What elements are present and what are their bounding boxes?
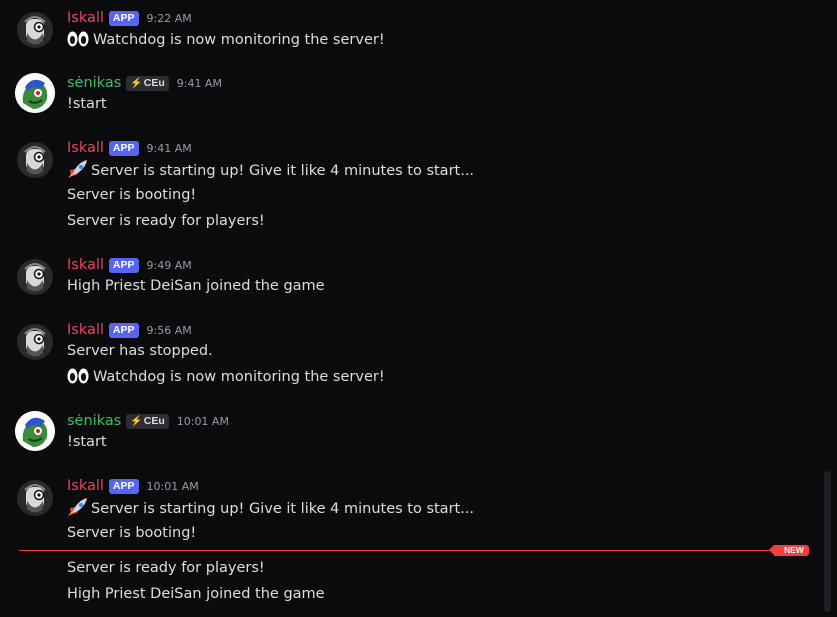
eyes-emoji-icon: [67, 31, 89, 47]
app-badge: APP: [108, 140, 139, 156]
app-badge: APP: [108, 322, 139, 338]
message-text: High Priest DeiSan joined the game: [67, 586, 325, 602]
timestamp[interactable]: 9:41 AM: [147, 142, 192, 155]
message-text: Server is ready for players!: [67, 560, 265, 576]
author-name[interactable]: Iskall: [67, 257, 104, 273]
avatar[interactable]: [15, 140, 55, 180]
timestamp[interactable]: 9:49 AM: [147, 259, 192, 272]
author-name[interactable]: Iskall: [67, 322, 104, 338]
message-header: sėnikas ⚡ CEu 10:01 AM: [67, 411, 229, 431]
scrollbar-thumb[interactable]: [824, 471, 831, 612]
new-messages-divider: [19, 550, 805, 551]
message-header: Iskall APP 9:22 AM: [67, 8, 192, 28]
message-header: Iskall APP 9:56 AM: [67, 320, 192, 340]
message-text: High Priest DeiSan joined the game: [67, 278, 325, 294]
message-text: Server is booting!: [67, 525, 197, 541]
message-text: !start: [67, 434, 107, 450]
timestamp[interactable]: 10:01 AM: [147, 480, 199, 493]
message-header: sėnikas ⚡ CEu 9:41 AM: [67, 73, 222, 93]
message-text: Server is ready for players!: [67, 213, 265, 229]
author-name[interactable]: sėnikas: [67, 75, 121, 91]
message-text: !start: [67, 96, 107, 112]
app-badge: APP: [108, 10, 139, 26]
message-text: Watchdog is now monitoring the server!: [67, 30, 385, 50]
timestamp[interactable]: 9:22 AM: [147, 12, 192, 25]
message-header: Iskall APP 9:41 AM: [67, 138, 192, 158]
avatar[interactable]: [15, 478, 55, 518]
eyes-emoji-icon: [67, 368, 89, 384]
app-badge: APP: [108, 257, 139, 273]
avatar[interactable]: [15, 322, 55, 362]
avatar[interactable]: [15, 257, 55, 297]
message-text: Watchdog is now monitoring the server!: [67, 367, 385, 387]
lightning-icon: ⚡: [130, 415, 143, 427]
timestamp[interactable]: 10:01 AM: [177, 415, 229, 428]
author-name[interactable]: sėnikas: [67, 413, 121, 429]
rocket-emoji-icon: [68, 498, 87, 516]
avatar[interactable]: [15, 411, 55, 451]
new-badge: NEW: [769, 545, 809, 556]
message-text: Server is booting!: [67, 187, 197, 203]
message-header: Iskall APP 10:01 AM: [67, 476, 199, 496]
guild-tag[interactable]: ⚡ CEu: [126, 75, 169, 91]
lightning-icon: ⚡: [130, 77, 143, 89]
rocket-emoji-icon: [68, 160, 87, 178]
author-name[interactable]: Iskall: [67, 10, 104, 26]
message-list: Iskall APP 9:22 AM Watchdog is now monit…: [0, 0, 837, 617]
author-name[interactable]: Iskall: [67, 478, 104, 494]
avatar[interactable]: [15, 10, 55, 50]
avatar[interactable]: [15, 73, 55, 113]
message-text: Server is starting up! Give it like 4 mi…: [67, 497, 474, 519]
message-text: Server has stopped.: [67, 343, 213, 359]
message-header: Iskall APP 9:49 AM: [67, 255, 192, 275]
guild-tag[interactable]: ⚡ CEu: [126, 413, 169, 429]
message-text: Server is starting up! Give it like 4 mi…: [67, 159, 474, 181]
timestamp[interactable]: 9:41 AM: [177, 77, 222, 90]
author-name[interactable]: Iskall: [67, 140, 104, 156]
timestamp[interactable]: 9:56 AM: [147, 324, 192, 337]
app-badge: APP: [108, 478, 139, 494]
